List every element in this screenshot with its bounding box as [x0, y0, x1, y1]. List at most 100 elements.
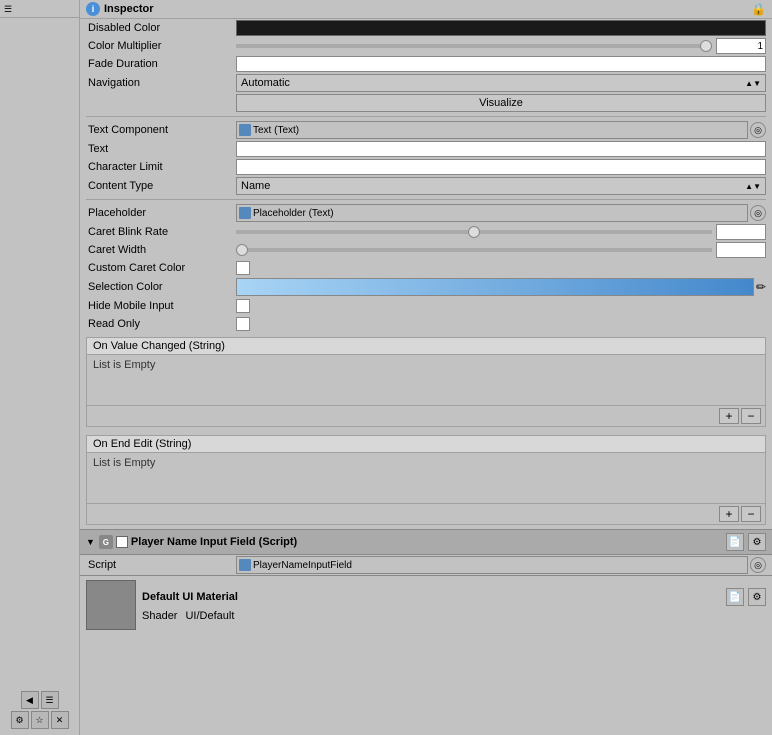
sidebar-icon-3[interactable]: ⚙ [11, 711, 29, 729]
material-page-btn[interactable]: 📄 [726, 588, 744, 606]
text-component-field[interactable]: Text (Text) [236, 121, 748, 139]
material-actions: 📄 ⚙ [726, 588, 766, 606]
on-end-edit-remove-btn[interactable]: − [741, 506, 761, 522]
character-limit-input[interactable]: 8 [236, 159, 766, 175]
script-expand-arrow[interactable]: ▼ [86, 537, 95, 547]
navigation-label: Navigation [88, 77, 236, 89]
placeholder-select-btn[interactable]: ◎ [750, 205, 766, 221]
script-label: Script [88, 559, 236, 571]
divider-2 [86, 199, 766, 200]
text-component-value: Text (Text) ◎ [236, 121, 766, 139]
left-sidebar: ☰ ◀ ☰ ⚙ ☆ ✕ [0, 0, 80, 735]
sidebar-icon-5[interactable]: ✕ [51, 711, 69, 729]
caret-blink-rate-slider[interactable] [236, 230, 712, 234]
navigation-row: Navigation Automatic ▲▼ [80, 73, 772, 93]
color-multiplier-row: Color Multiplier 1 [80, 37, 772, 55]
material-shader-row: Shader UI/Default [142, 610, 766, 622]
placeholder-icon [239, 207, 251, 219]
on-end-edit-footer: + − [87, 503, 765, 524]
script-component-page-btn[interactable]: 📄 [726, 533, 744, 551]
text-component-row: Text Component Text (Text) ◎ [80, 120, 772, 140]
inspector-panel: ☰ ◀ ☰ ⚙ ☆ ✕ i Inspector 🔒 Disabled [0, 0, 772, 735]
material-preview [86, 580, 136, 630]
read-only-label: Read Only [88, 318, 236, 330]
text-component-icon [239, 124, 251, 136]
text-input[interactable] [236, 141, 766, 157]
read-only-value [236, 317, 766, 331]
content-type-value: Name ▲▼ [236, 177, 766, 195]
disabled-color-label: Disabled Color [88, 22, 236, 34]
hide-mobile-input-row: Hide Mobile Input [80, 297, 772, 315]
script-select-btn[interactable]: ◎ [750, 557, 766, 573]
on-value-changed-add-btn[interactable]: + [719, 408, 739, 424]
sidebar-bottom-row-2: ⚙ ☆ ✕ [11, 711, 69, 729]
character-limit-row: Character Limit 8 [80, 158, 772, 176]
on-value-changed-body: List is Empty [87, 355, 765, 405]
script-component-checkbox[interactable] [116, 536, 128, 548]
script-component-actions: 📄 ⚙ [726, 533, 766, 551]
script-component-title: Player Name Input Field (Script) [131, 536, 726, 548]
color-multiplier-input[interactable]: 1 [716, 38, 766, 54]
fade-duration-row: Fade Duration 0.1 [80, 55, 772, 73]
sidebar-icon-2[interactable]: ☰ [41, 691, 59, 709]
script-field[interactable]: PlayerNameInputField [236, 556, 748, 574]
navigation-dropdown[interactable]: Automatic ▲▼ [236, 74, 766, 92]
content-type-dropdown[interactable]: Name ▲▼ [236, 177, 766, 195]
material-info: Default UI Material 📄 ⚙ Shader UI/Defaul… [142, 588, 766, 622]
disabled-color-swatch[interactable] [236, 20, 766, 36]
text-component-select-btn[interactable]: ◎ [750, 122, 766, 138]
script-icon [239, 559, 251, 571]
content-type-label: Content Type [88, 180, 236, 192]
content-type-dropdown-arrow: ▲▼ [745, 182, 761, 191]
material-gear-btn[interactable]: ⚙ [748, 588, 766, 606]
custom-caret-color-checkbox[interactable] [236, 261, 250, 275]
hide-mobile-input-checkbox[interactable] [236, 299, 250, 313]
on-end-edit-add-btn[interactable]: + [719, 506, 739, 522]
script-component-gear-btn[interactable]: ⚙ [748, 533, 766, 551]
caret-blink-rate-row: Caret Blink Rate 1.7 [80, 223, 772, 241]
lock-icon[interactable]: 🔒 [751, 2, 766, 16]
sidebar-icon-1[interactable]: ◀ [21, 691, 39, 709]
caret-width-slider[interactable] [236, 248, 712, 252]
sidebar-icon-4[interactable]: ☆ [31, 711, 49, 729]
selection-color-pen-icon[interactable]: ✏ [756, 280, 766, 294]
color-multiplier-label: Color Multiplier [88, 40, 236, 52]
disabled-color-value [236, 20, 766, 36]
on-value-changed-footer: + − [87, 405, 765, 426]
sidebar-collapse-icon[interactable]: ☰ [4, 4, 12, 15]
fade-duration-input[interactable]: 0.1 [236, 56, 766, 72]
visualize-row: Visualize [80, 93, 772, 113]
caret-width-input[interactable]: 1 [716, 242, 766, 258]
on-value-changed-remove-btn[interactable]: − [741, 408, 761, 424]
placeholder-field[interactable]: Placeholder (Text) [236, 204, 748, 222]
script-value: PlayerNameInputField ◎ [236, 556, 766, 574]
custom-caret-color-label: Custom Caret Color [88, 262, 236, 274]
read-only-checkbox[interactable] [236, 317, 250, 331]
hide-mobile-input-label: Hide Mobile Input [88, 300, 236, 312]
on-end-edit-header: On End Edit (String) [87, 436, 765, 453]
selection-color-swatch[interactable] [236, 278, 754, 296]
material-section: Default UI Material 📄 ⚙ Shader UI/Defaul… [80, 575, 772, 634]
navigation-dropdown-arrow: ▲▼ [745, 79, 761, 88]
visualize-value: Visualize [236, 94, 766, 112]
visualize-button[interactable]: Visualize [236, 94, 766, 112]
color-multiplier-value: 1 [236, 38, 766, 54]
text-value [236, 141, 766, 157]
on-end-edit-section: On End Edit (String) List is Empty + − [86, 435, 766, 525]
on-value-changed-section: On Value Changed (String) List is Empty … [86, 337, 766, 427]
color-multiplier-slider[interactable] [236, 44, 712, 48]
navigation-value: Automatic ▲▼ [236, 74, 766, 92]
disabled-color-row: Disabled Color [80, 19, 772, 37]
text-component-label: Text Component [88, 124, 236, 136]
character-limit-label: Character Limit [88, 161, 236, 173]
material-name: Default UI Material [142, 591, 238, 603]
inspector-info-icon: i [86, 2, 100, 16]
script-section-header: ▼ G Player Name Input Field (Script) 📄 ⚙ [80, 529, 772, 555]
on-value-changed-empty: List is Empty [93, 359, 155, 371]
on-end-edit-body: List is Empty [87, 453, 765, 503]
custom-caret-color-value [236, 261, 766, 275]
caret-blink-rate-input[interactable]: 1.7 [716, 224, 766, 240]
script-row: Script PlayerNameInputField ◎ [80, 555, 772, 575]
custom-caret-color-row: Custom Caret Color [80, 259, 772, 277]
caret-blink-rate-label: Caret Blink Rate [88, 226, 236, 238]
